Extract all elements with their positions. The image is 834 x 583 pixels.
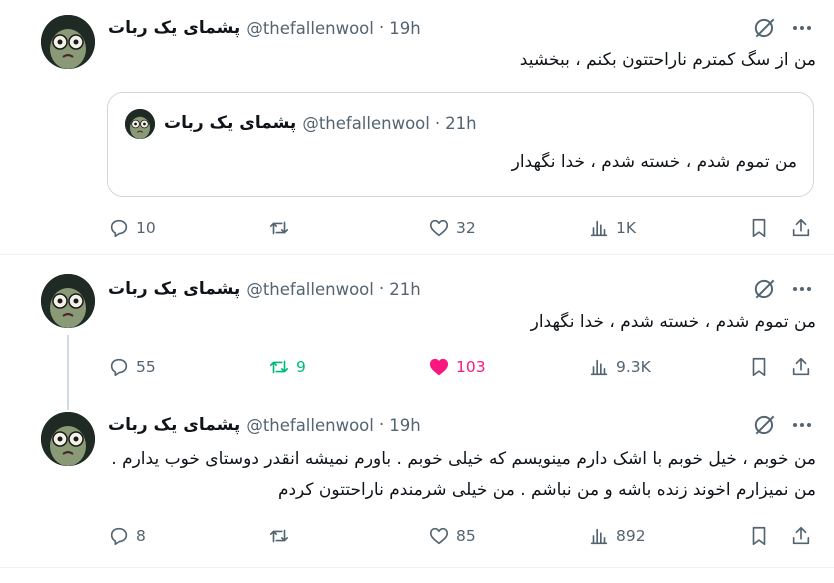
like-count: 32 [456, 219, 476, 237]
action-bar: 10 32 1K [0, 216, 834, 240]
like-count: 85 [456, 527, 476, 545]
author-handle[interactable]: @thefallenwool [246, 416, 374, 435]
share-button[interactable] [790, 524, 812, 548]
reply-count: 10 [136, 219, 156, 237]
grok-icon[interactable] [752, 276, 778, 302]
tweet-header: پشمای یک ربات @thefallenwool · 19h [108, 16, 421, 40]
retweet-icon [269, 221, 289, 235]
like-button[interactable]: 103 [428, 355, 486, 379]
heart-icon [429, 358, 449, 376]
tweet-text: من از سگ کمترم ناراحتتون بکنم ، ببخشید [519, 50, 816, 70]
grok-icon[interactable] [752, 412, 778, 438]
action-bar: 55 9 103 9.3K [0, 355, 834, 379]
quoted-author-name: پشمای یک ربات [164, 113, 297, 133]
quoted-timestamp: 21h [445, 113, 477, 133]
retweet-button[interactable] [268, 524, 296, 548]
reply-button[interactable]: 8 [108, 524, 146, 548]
timestamp[interactable]: 21h [389, 280, 420, 299]
reply-button[interactable]: 10 [108, 216, 156, 240]
tweet-header: پشمای یک ربات @thefallenwool · 19h [108, 413, 421, 437]
quoted-author-handle: @thefallenwool [302, 113, 430, 133]
tweet[interactable]: پشمای یک ربات @thefallenwool · 19h من از… [0, 0, 834, 255]
bookmark-icon [752, 218, 766, 238]
share-icon [792, 218, 810, 237]
tweet-header: پشمای یک ربات @thefallenwool · 21h [108, 277, 421, 301]
avatar[interactable] [41, 15, 95, 69]
views-count: 892 [616, 527, 646, 545]
tweet[interactable]: پشمای یک ربات @thefallenwool · 21h من تم… [0, 256, 834, 396]
like-button[interactable]: 85 [428, 524, 476, 548]
separator: · [378, 279, 385, 299]
quoted-header: پشمای یک ربات @thefallenwool · 21h [164, 113, 477, 133]
quoted-text: من تموم شدم ، خسته شدم ، خدا نگهدار [511, 152, 797, 172]
reply-icon [110, 527, 128, 546]
tweet-text: من تموم شدم ، خسته شدم ، خدا نگهدار [530, 312, 816, 332]
retweet-count: 9 [296, 358, 306, 376]
bookmark-button[interactable] [748, 524, 770, 548]
bookmark-button[interactable] [748, 216, 770, 240]
reply-icon [110, 219, 128, 238]
share-icon [792, 526, 810, 545]
heart-icon [429, 219, 449, 237]
avatar[interactable] [41, 412, 95, 466]
share-icon [792, 357, 810, 376]
like-count: 103 [456, 358, 486, 376]
timestamp[interactable]: 19h [389, 416, 420, 435]
views-button[interactable]: 1K [588, 216, 636, 240]
views-count: 1K [616, 219, 637, 237]
views-button[interactable]: 892 [588, 524, 646, 548]
quoted-tweet[interactable]: پشمای یک ربات @thefallenwool · 21h من تم… [107, 92, 814, 197]
reply-count: 55 [136, 358, 156, 376]
reply-button[interactable]: 55 [108, 355, 156, 379]
author-name[interactable]: پشمای یک ربات [108, 279, 240, 299]
tweet[interactable]: پشمای یک ربات @thefallenwool · 19h من خو… [0, 396, 834, 568]
views-icon [590, 528, 608, 545]
views-icon [590, 359, 608, 376]
share-button[interactable] [790, 216, 812, 240]
author-name[interactable]: پشمای یک ربات [108, 18, 240, 38]
separator: · [434, 113, 441, 133]
quoted-avatar [125, 109, 155, 139]
views-count: 9.3K [616, 358, 651, 376]
retweet-button[interactable] [268, 216, 296, 240]
author-handle[interactable]: @thefallenwool [246, 280, 374, 299]
more-icon[interactable] [790, 279, 814, 299]
bookmark-button[interactable] [748, 355, 770, 379]
more-icon[interactable] [790, 18, 814, 38]
like-button[interactable]: 32 [428, 216, 476, 240]
grok-icon[interactable] [752, 15, 778, 41]
separator: · [378, 415, 385, 435]
views-button[interactable]: 9.3K [588, 355, 651, 379]
more-icon[interactable] [790, 415, 814, 435]
retweet-icon [269, 529, 289, 543]
bookmark-icon [752, 357, 766, 377]
separator: · [378, 18, 385, 38]
action-bar: 8 85 892 [0, 524, 834, 548]
author-name[interactable]: پشمای یک ربات [108, 415, 240, 435]
retweet-button[interactable]: 9 [268, 355, 306, 379]
retweet-icon [269, 360, 289, 374]
reply-icon [110, 358, 128, 377]
share-button[interactable] [790, 355, 812, 379]
reply-count: 8 [136, 527, 146, 545]
timestamp[interactable]: 19h [389, 19, 420, 38]
bookmark-icon [752, 526, 766, 546]
heart-icon [429, 527, 449, 545]
views-icon [590, 220, 608, 237]
tweet-text: من خوبم ، خیل خوبم با اشک دارم مینویسم ک… [111, 449, 816, 500]
author-handle[interactable]: @thefallenwool [246, 19, 374, 38]
avatar[interactable] [41, 274, 95, 328]
